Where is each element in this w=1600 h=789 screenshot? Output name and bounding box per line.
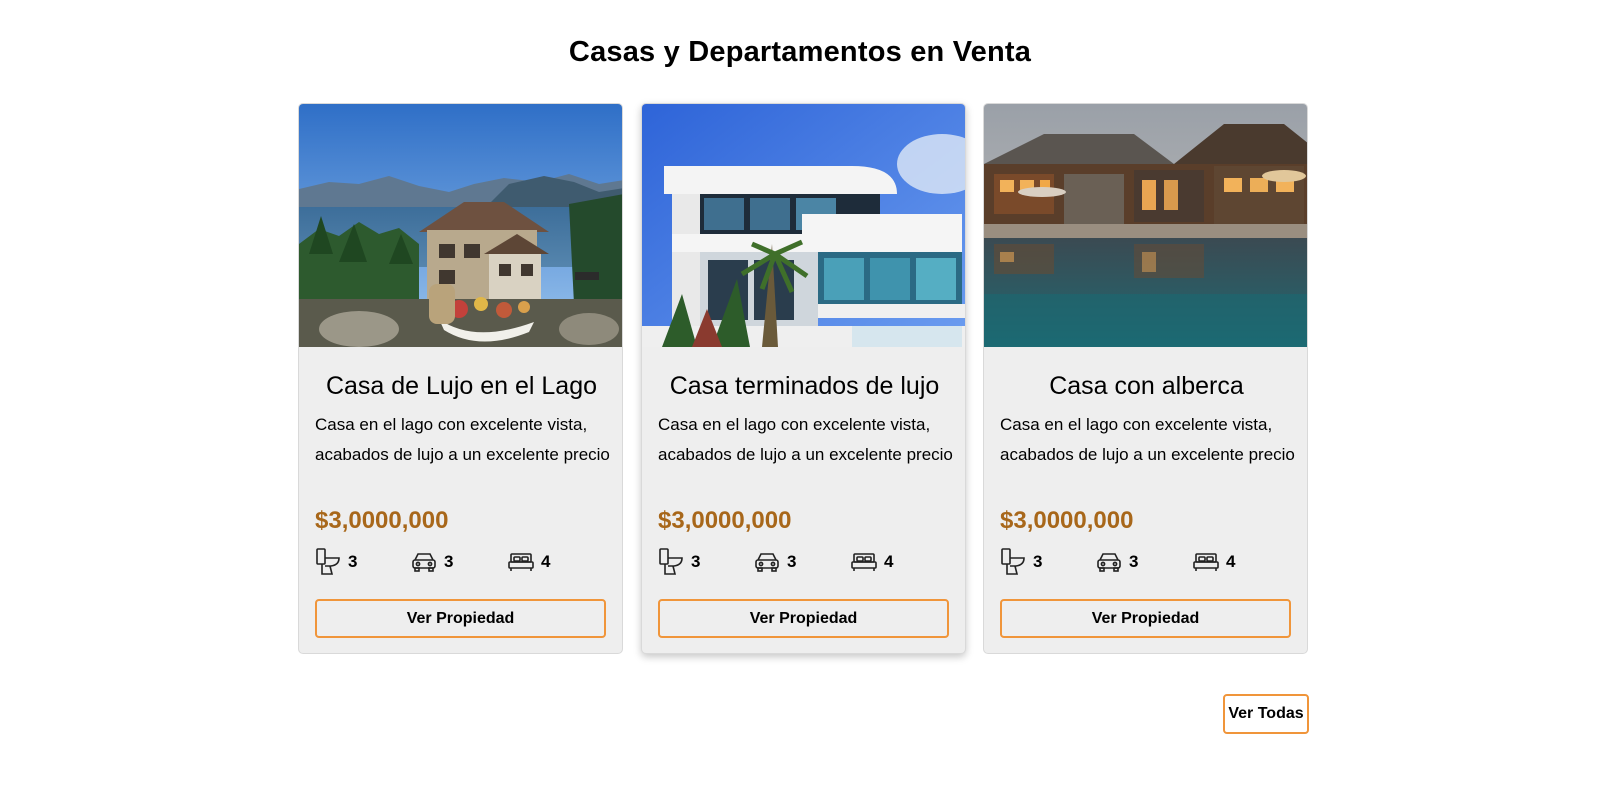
view-all-button[interactable]: Ver Todas: [1223, 694, 1309, 734]
parking-count: 3: [1129, 552, 1139, 571]
property-features: 3 3 4: [658, 547, 954, 577]
toilet-icon: [1001, 548, 1025, 575]
view-property-button[interactable]: Ver Propiedad: [1000, 599, 1291, 638]
section-title: Casas y Departamentos en Venta: [568, 36, 1032, 68]
bedrooms-count: 4: [884, 552, 894, 571]
property-features: 3 3 4: [1000, 547, 1296, 577]
property-card: Casa de Lujo en el Lago Casa en el lago …: [298, 103, 623, 654]
bed-icon: [1193, 553, 1219, 571]
bedrooms-feature: 4: [851, 547, 893, 577]
toilet-icon: [316, 548, 340, 575]
bedrooms-count: 4: [1226, 552, 1236, 571]
lake-house-photo[interactable]: [299, 104, 622, 347]
property-price: $3,0000,000: [315, 507, 449, 534]
property-description: Casa en el lago con excelente vista, aca…: [315, 415, 610, 464]
bathrooms-count: 3: [691, 552, 701, 571]
bed-icon: [508, 553, 534, 571]
property-card: Casa con alberca Casa en el lago con exc…: [983, 103, 1308, 654]
property-description: Casa en el lago con excelente vista, aca…: [1000, 415, 1295, 464]
view-property-button[interactable]: Ver Propiedad: [658, 599, 949, 638]
pool-house-photo[interactable]: [984, 104, 1307, 347]
car-icon: [1097, 553, 1121, 572]
parking-feature: 3: [1096, 547, 1138, 577]
property-features: 3 3 4: [315, 547, 611, 577]
bathrooms-feature: 3: [1000, 547, 1042, 577]
property-price: $3,0000,000: [658, 507, 792, 534]
parking-feature: 3: [754, 547, 796, 577]
bathrooms-count: 3: [348, 552, 358, 571]
bathrooms-count: 3: [1033, 552, 1043, 571]
bed-icon: [851, 553, 877, 571]
bathrooms-feature: 3: [315, 547, 357, 577]
parking-feature: 3: [411, 547, 453, 577]
bedrooms-feature: 4: [1193, 547, 1235, 577]
bedrooms-count: 4: [541, 552, 551, 571]
property-card: Casa terminados de lujo Casa en el lago …: [641, 103, 966, 654]
bedrooms-feature: 4: [508, 547, 550, 577]
property-list: Casa de Lujo en el Lago Casa en el lago …: [298, 103, 1308, 654]
modern-house-photo[interactable]: [642, 104, 965, 347]
car-icon: [755, 553, 779, 572]
property-title: Casa con alberca: [1049, 372, 1244, 400]
property-price: $3,0000,000: [1000, 507, 1134, 534]
parking-count: 3: [444, 552, 454, 571]
property-description: Casa en el lago con excelente vista, aca…: [658, 415, 953, 464]
view-property-button[interactable]: Ver Propiedad: [315, 599, 606, 638]
bathrooms-feature: 3: [658, 547, 700, 577]
property-title: Casa de Lujo en el Lago: [325, 372, 598, 400]
property-title: Casa terminados de lujo: [669, 372, 940, 400]
parking-count: 3: [787, 552, 797, 571]
car-icon: [412, 553, 436, 572]
toilet-icon: [659, 548, 683, 575]
